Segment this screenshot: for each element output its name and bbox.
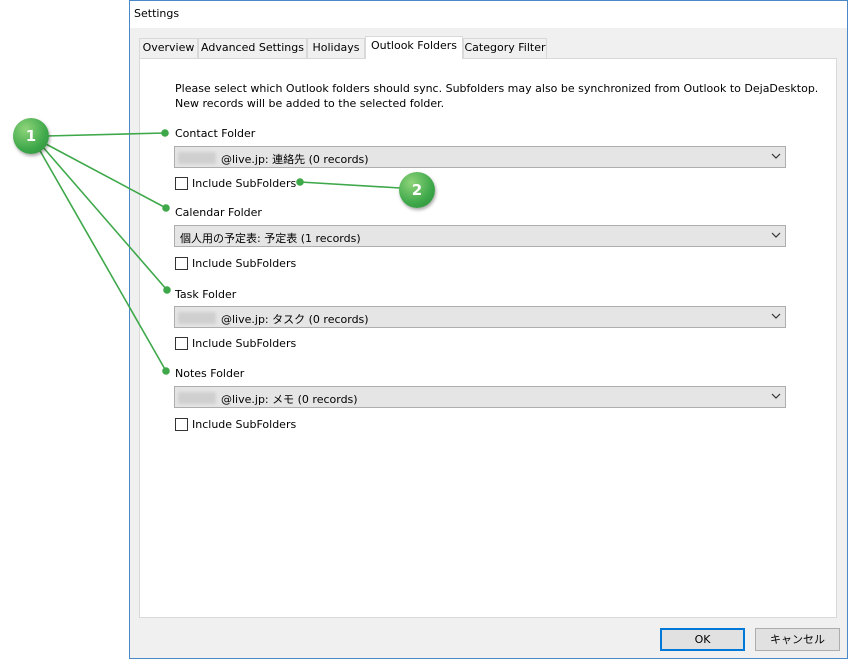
task-folder-label: Task Folder — [175, 288, 237, 301]
description-line-1: Please select which Outlook folders shou… — [175, 82, 819, 95]
calendar-subfolders-checkbox[interactable] — [175, 257, 188, 270]
notes-folder-label: Notes Folder — [175, 367, 245, 380]
redacted-account — [178, 152, 216, 164]
tab-outlook-folders[interactable]: Outlook Folders — [365, 36, 463, 59]
contact-folder-value: @live.jp: 連絡先 (0 records) — [221, 153, 369, 166]
notes-subfolders-checkbox[interactable] — [175, 418, 188, 431]
calendar-folder-select[interactable]: 個人用の予定表: 予定表 (1 records) — [174, 225, 786, 247]
description: Please select which Outlook folders shou… — [175, 81, 818, 111]
tab-holidays[interactable]: Holidays — [307, 38, 365, 58]
ok-button[interactable]: OK — [660, 628, 745, 651]
contact-subfolders-checkbox[interactable] — [175, 177, 188, 190]
task-folder-select[interactable]: @live.jp: タスク (0 records) — [174, 306, 786, 328]
chevron-down-icon — [771, 313, 781, 319]
contact-folder-label: Contact Folder — [175, 127, 256, 140]
redacted-account — [178, 312, 216, 324]
task-subfolders-checkbox[interactable] — [175, 337, 188, 350]
tab-advanced-settings[interactable]: Advanced Settings — [198, 38, 307, 58]
task-folder-value: @live.jp: タスク (0 records) — [221, 313, 369, 326]
description-line-2: New records will be added to the selecte… — [175, 97, 445, 110]
calendar-subfolders-label: Include SubFolders — [192, 257, 297, 270]
notes-subfolders-label: Include SubFolders — [192, 418, 297, 431]
window-title: Settings — [134, 7, 180, 20]
notes-folder-value: @live.jp: メモ (0 records) — [221, 393, 358, 406]
redacted-account — [178, 392, 216, 404]
task-subfolders-label: Include SubFolders — [192, 337, 297, 350]
notes-folder-select[interactable]: @live.jp: メモ (0 records) — [174, 386, 786, 408]
calendar-folder-label: Calendar Folder — [175, 206, 262, 219]
outlook-folders-panel: Please select which Outlook folders shou… — [139, 58, 837, 618]
settings-window: Settings Overview Advanced Settings Holi… — [129, 0, 848, 659]
chevron-down-icon — [771, 393, 781, 399]
calendar-folder-value: 個人用の予定表: 予定表 (1 records) — [180, 232, 361, 245]
tab-category-filter[interactable]: Category Filter — [463, 38, 547, 58]
chevron-down-icon — [771, 232, 781, 238]
callout-badge-1: 1 — [13, 118, 49, 154]
contact-subfolders-label: Include SubFolders — [192, 177, 297, 190]
title-bar: Settings — [130, 1, 847, 28]
cancel-button[interactable]: キャンセル — [755, 628, 840, 651]
chevron-down-icon — [771, 153, 781, 159]
callout-badge-2: 2 — [399, 172, 435, 208]
contact-folder-select[interactable]: @live.jp: 連絡先 (0 records) — [174, 146, 786, 168]
tab-overview[interactable]: Overview — [139, 38, 198, 58]
